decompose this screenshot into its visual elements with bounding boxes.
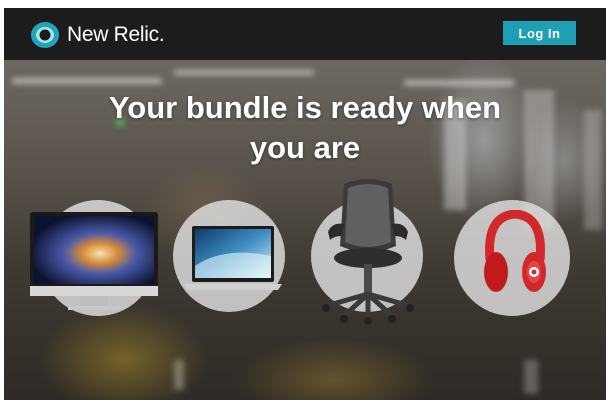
hero-banner: Your bundle is ready when you are [4,60,606,400]
brand-logo[interactable]: New Relic. [30,20,165,50]
ceiling-light [12,78,162,84]
macbook-image [184,226,282,290]
top-navigation-bar: New Relic. Log In [4,8,606,60]
new-relic-eye-icon [31,22,59,48]
hero-headline: Your bundle is ready when you are [108,90,502,165]
office-chair-image [322,179,414,325]
imac-image [30,212,158,310]
ceiling-light [404,80,514,86]
ceiling-light [174,70,314,75]
page-frame: New Relic. Log In Your bundle is ready w… [4,8,606,400]
pillar-light [174,360,184,390]
brand-name: New Relic. [67,23,165,46]
headphones-image [484,210,546,292]
login-button[interactable]: Log In [503,21,576,45]
pillar-light [524,360,538,394]
